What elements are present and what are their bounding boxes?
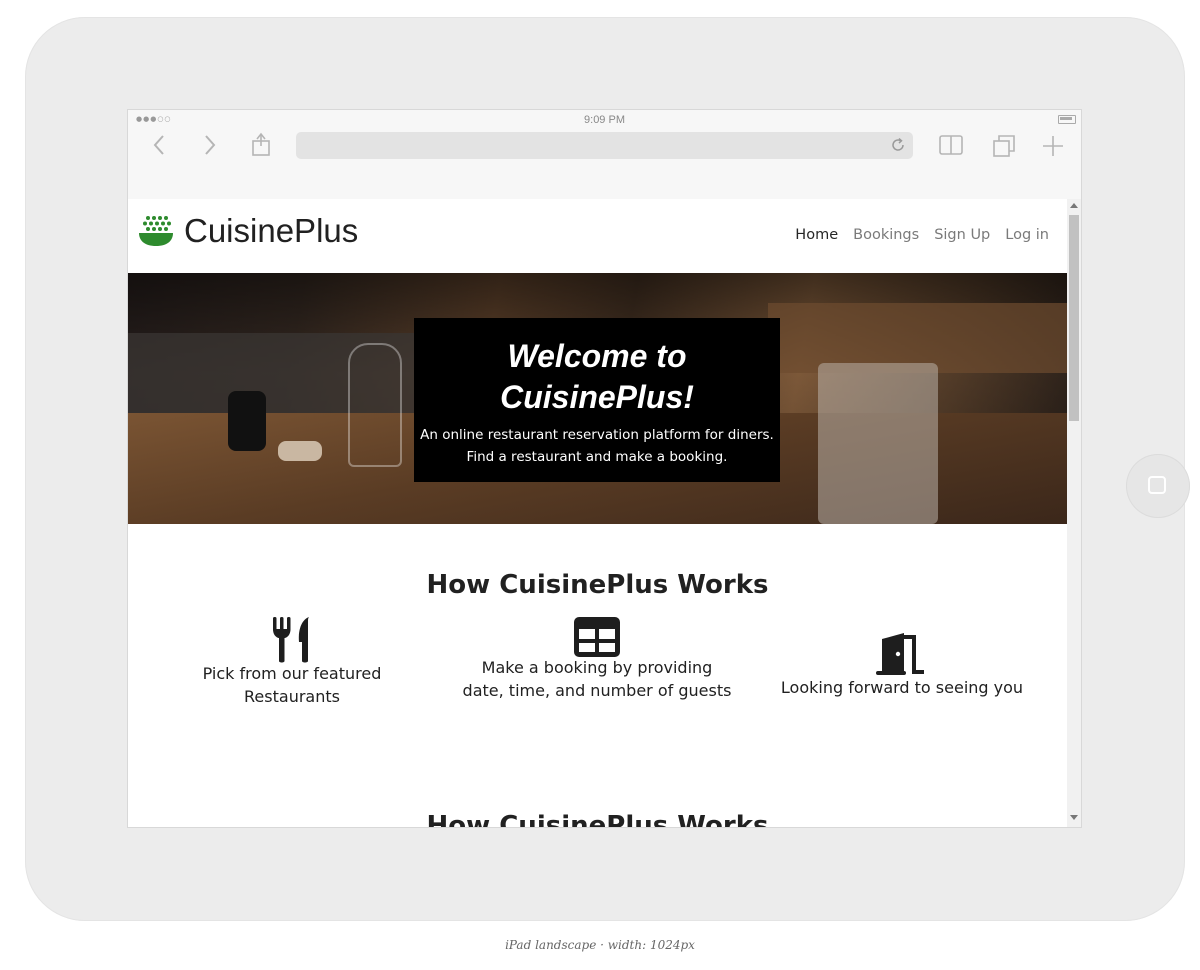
safari-toolbar: ●●●○○ 9:09 PM <box>128 110 1081 200</box>
how-it-works-title-repeated: How CuisinePlus Works <box>426 811 769 828</box>
hero-caption-box: Welcome to CuisinePlus! An online restau… <box>414 318 780 482</box>
rice-bowl-icon <box>139 216 173 246</box>
step-booking-line1: Make a booking by providing <box>481 658 713 677</box>
web-page: CuisinePlus Home Bookings Sign Up Log in… <box>128 199 1067 828</box>
step-make-booking: Make a booking by providing date, time, … <box>447 617 747 702</box>
hero-subtitle-line1: An online restaurant reservation platfor… <box>420 427 774 443</box>
step-pick-restaurant: Pick from our featured Restaurants <box>167 617 417 708</box>
table-icon <box>574 617 620 657</box>
nav-log-in[interactable]: Log in <box>1005 227 1049 243</box>
hero-photo-chair <box>818 363 938 524</box>
nav-sign-up[interactable]: Sign Up <box>934 227 990 243</box>
home-button[interactable] <box>1126 454 1190 518</box>
how-it-works-title: How CuisinePlus Works <box>426 570 769 600</box>
share-icon[interactable] <box>250 131 272 157</box>
reload-icon[interactable] <box>890 137 906 153</box>
hero-title-line2: CuisinePlus! <box>500 379 694 415</box>
hero-banner: Welcome to CuisinePlus! An online restau… <box>128 273 1067 524</box>
screen: ●●●○○ 9:09 PM CuisinePlus Home Bookings … <box>127 109 1082 828</box>
back-icon[interactable] <box>152 134 168 156</box>
utensils-icon <box>273 617 309 663</box>
hero-photo-bowl <box>278 441 322 461</box>
brand-link[interactable]: CuisinePlus <box>138 212 358 250</box>
add-tab-icon[interactable] <box>1042 135 1064 157</box>
step-pick-line2: Restaurants <box>244 686 340 706</box>
step-booking-line2: date, time, and number of guests <box>462 680 732 700</box>
step-see-you: Looking forward to seeing you <box>762 617 1042 700</box>
site-navbar: CuisinePlus Home Bookings Sign Up Log in <box>128 199 1067 273</box>
forward-icon[interactable] <box>202 134 218 156</box>
main-menu: Home Bookings Sign Up Log in <box>795 227 1049 243</box>
status-time: 9:09 PM <box>584 114 625 126</box>
step-pick-line1: Pick from our featured <box>202 664 382 683</box>
scroll-up-arrow-icon[interactable] <box>1070 203 1078 208</box>
scroll-thumb[interactable] <box>1069 215 1079 421</box>
page-scrollbar[interactable] <box>1067 199 1081 827</box>
hero-subtitle: An online restaurant reservation platfor… <box>414 424 780 468</box>
nav-home[interactable]: Home <box>795 227 838 243</box>
device-caption: iPad landscape · width: 1024px <box>505 938 695 952</box>
hero-title-line1: Welcome to <box>507 338 687 374</box>
step-see-you-line1: Looking forward to seeing you <box>780 678 1024 697</box>
nav-bookings[interactable]: Bookings <box>853 227 919 243</box>
address-bar[interactable] <box>296 132 913 159</box>
scroll-down-arrow-icon[interactable] <box>1070 815 1078 820</box>
hero-photo-bottle <box>228 391 266 451</box>
door-open-icon <box>876 633 924 675</box>
hero-subtitle-line2: Find a restaurant and make a booking. <box>466 449 728 465</box>
battery-icon <box>1058 115 1076 124</box>
hero-title: Welcome to CuisinePlus! <box>414 336 780 418</box>
home-square-icon <box>1148 476 1166 494</box>
reader-icon[interactable] <box>938 134 964 156</box>
tabs-icon[interactable] <box>992 134 1018 158</box>
hero-photo-wine-glass <box>348 343 402 467</box>
brand-name: CuisinePlus <box>184 212 359 249</box>
